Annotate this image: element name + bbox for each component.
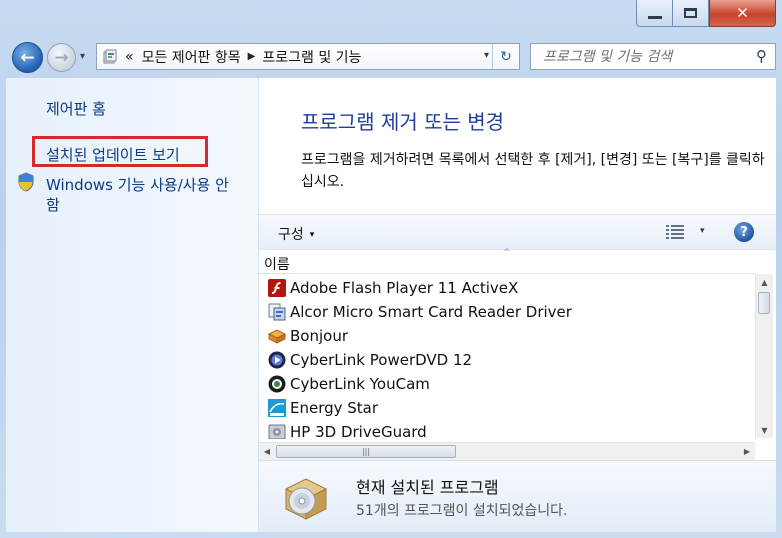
installer-icon [268,303,286,321]
view-installed-updates-link[interactable]: 설치된 업데이트 보기 [46,144,180,165]
refresh-button[interactable]: ↻ [492,44,519,69]
scroll-right-arrow-icon[interactable]: ▶ [739,443,755,460]
forward-arrow-icon: → [54,47,69,68]
powerdvd-icon [268,351,286,369]
back-button[interactable]: ← [12,42,43,73]
address-bar[interactable]: « 모든 제어판 항목 ▶ 프로그램 및 기능 ▾ ↻ [96,43,520,70]
program-name: CyberLink PowerDVD 12 [290,351,473,369]
refresh-icon: ↻ [500,48,512,65]
page-title: 프로그램 제거 또는 변경 [301,110,505,134]
address-dropdown-icon[interactable]: ▾ [484,50,489,61]
organize-button[interactable]: 구성 ▾ [278,224,314,244]
maximize-icon [684,8,697,18]
recent-pages-dropdown[interactable]: ▾ [80,51,85,62]
list-item[interactable]: Alcor Micro Smart Card Reader Driver [259,300,754,324]
installed-programs-icon [284,478,328,520]
driveguard-icon [268,424,286,439]
list-item[interactable]: Bonjour [259,324,754,348]
column-header-label: 이름 [264,257,290,273]
list-item[interactable]: HP 3D DriveGuard [259,420,754,439]
help-icon: ? [740,224,748,240]
vertical-scrollbar[interactable]: ▲ ▼ [755,274,773,438]
programs-list: 이름 ^ Adobe Flash Player 11 ActiveX Alcor… [259,248,776,461]
details-title: 현재 설치된 프로그램 [356,478,499,497]
youcam-icon [268,375,286,393]
bonjour-icon [268,329,286,344]
search-icon[interactable]: ⚲ [756,47,767,65]
windows-features-link-wrap[interactable]: 함 [46,194,60,215]
breadcrumb-all-control-panel-items[interactable]: 모든 제어판 항목 [142,47,241,67]
task-pane: 제어판 홈 설치된 업데이트 보기 Windows 기능 사용/사용 안 함 [6,78,259,532]
close-button[interactable]: ✕ [709,0,776,27]
flash-icon [268,279,286,297]
back-arrow-icon: ← [20,47,35,68]
program-name: Bonjour [290,327,348,345]
help-button[interactable]: ? [734,222,754,242]
program-name: HP 3D DriveGuard [290,423,427,439]
program-rows: Adobe Flash Player 11 ActiveX Alcor Micr… [259,276,754,439]
horizontal-scroll-thumb[interactable]: ||| [276,445,456,458]
forward-button[interactable]: → [47,43,76,72]
details-pane: 현재 설치된 프로그램 51개의 프로그램이 설치되었습니다. [259,461,776,532]
details-subtitle: 51개의 프로그램이 설치되었습니다. [356,503,568,519]
view-details-icon[interactable] [666,225,684,239]
control-panel-icon [103,49,117,63]
list-item[interactable]: CyberLink YouCam [259,372,754,396]
list-item[interactable]: CyberLink PowerDVD 12 [259,348,754,372]
uac-shield-icon [18,172,34,192]
program-name: Energy Star [290,399,379,417]
column-header-name[interactable]: 이름 ^ [259,248,754,274]
control-panel-home-link[interactable]: 제어판 홈 [46,98,106,119]
search-input[interactable] [541,47,755,66]
program-name: Alcor Micro Smart Card Reader Driver [290,303,572,321]
breadcrumb-separator-icon[interactable]: ▶ [248,51,256,62]
windows-features-link[interactable]: Windows 기능 사용/사용 안 [46,174,229,195]
program-name: Adobe Flash Player 11 ActiveX [290,279,519,297]
chevron-down-icon: ▾ [309,230,315,240]
programs-and-features-window: ✕ ← → ▾ « 모든 제어판 항목 ▶ 프로그램 및 기능 ▾ ↻ ⚲ 제어… [0,0,782,538]
breadcrumb-overflow[interactable]: « [125,49,134,65]
program-name: CyberLink YouCam [290,375,430,393]
minimize-icon [647,16,662,19]
page-description: 프로그램을 제거하려면 목록에서 선택한 후 [제거], [변경] 또는 [복구… [301,152,765,190]
scroll-up-arrow-icon[interactable]: ▲ [756,274,773,290]
energy-star-icon [268,399,286,417]
grip-icon: ||| [361,447,371,456]
close-icon: ✕ [736,4,749,22]
search-box[interactable]: ⚲ [530,43,776,70]
command-bar: 구성 ▾ ▾ ? [259,214,776,250]
sort-indicator-icon: ^ [503,248,511,258]
organize-label: 구성 [278,227,304,243]
list-item[interactable]: Energy Star [259,396,754,420]
main-content: 프로그램 제거 또는 변경 프로그램을 제거하려면 목록에서 선택한 후 [제거… [259,78,776,532]
breadcrumb-programs-and-features[interactable]: 프로그램 및 기능 [262,47,361,67]
view-options-dropdown-icon[interactable]: ▾ [700,226,705,236]
minimize-button[interactable] [636,0,673,27]
maximize-button[interactable] [672,0,709,27]
scroll-left-arrow-icon[interactable]: ◀ [259,443,275,460]
scroll-down-arrow-icon[interactable]: ▼ [756,422,773,438]
horizontal-scrollbar[interactable]: ◀ ||| ▶ [259,442,755,460]
list-item[interactable]: Adobe Flash Player 11 ActiveX [259,276,754,300]
vertical-scroll-thumb[interactable] [758,292,770,314]
